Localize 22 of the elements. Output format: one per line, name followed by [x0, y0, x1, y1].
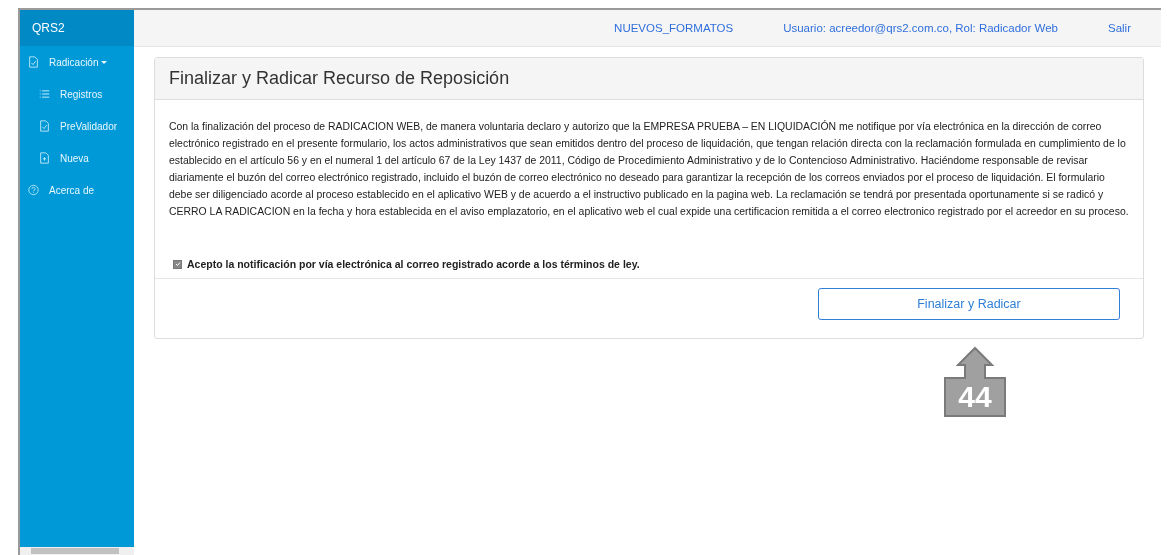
document-check-icon: [39, 120, 50, 132]
sidebar-item[interactable]: PreValidador: [20, 110, 134, 142]
sidebar-item[interactable]: Nueva: [20, 142, 134, 174]
checkbox-label: Acepto la notificación por vía electrónica al correo registrado acorde a los términos de ley.: [187, 258, 640, 270]
list-icon: [39, 88, 50, 100]
brand-title[interactable]: QRS2: [20, 10, 134, 46]
help-icon: [28, 184, 39, 196]
panel-title: Finalizar y Radicar Recurso de Reposición: [155, 58, 1143, 100]
consent-paragraph: Con la finalización del proceso de RADICACION WEB, de manera voluntaria declaro y autorizo que la EMPRESA PRUEBA – EN LIQUIDACIÓN me notifique por vía electrónica en la dirección de correo electrónico registrado en el presente formulario, los actos administrativos que sean emitidos dentro del proceso de liquidación, que tengan relación directa con la reclamación formulada en cumplimiento de lo establecido en el artículo 56 y en el numeral 1 del artículo 67 de la Ley 1437 de 2011, Código de Procedimiento Administrativo y de lo Contencioso Administrativo. Haciéndome responsable de revisar diariamente el buzón del correo electrónico registrado, incluido el buzón de correo electrónico no deseado para garantizar la recepción de los correos enviados por el proceso de liquidación. El formulario debe ser diligenciado acorde al proceso establecido en el aplicativo WEB y de acuerdo a el instructivo publicado en la pagina web. La reclamación se tendrá por presentada oportunamente si se radicó y CERRO LA RADICACION en la fecha y hora establecida en el aviso emplazatorio, en el aplicativo web el cual expide una certificacion remitida a el correo electronico registrado por el acreedor en su proceso.: [169, 119, 1129, 219]
sidebar-item[interactable]: Registros: [20, 78, 134, 110]
nav-link[interactable]: Salir: [1108, 22, 1131, 34]
callout-number: 44: [957, 380, 993, 414]
sidebar-item[interactable]: Radicación: [20, 46, 134, 78]
document-check-icon: [28, 56, 39, 68]
callout-arrow-icon: [942, 346, 1008, 418]
finalize-button[interactable]: Finalizar y Radicar: [818, 288, 1120, 320]
sidebar-item[interactable]: Acerca de: [20, 174, 134, 206]
document-plus-icon: [39, 152, 50, 164]
nav-link[interactable]: Usuario: acreedor@qrs2.com.co, Rol: Radicador Web: [783, 22, 1058, 34]
nav-link[interactable]: NUEVOS_FORMATOS: [614, 22, 734, 34]
scrollbar[interactable]: [20, 547, 134, 555]
checkbox[interactable]: [173, 259, 182, 269]
